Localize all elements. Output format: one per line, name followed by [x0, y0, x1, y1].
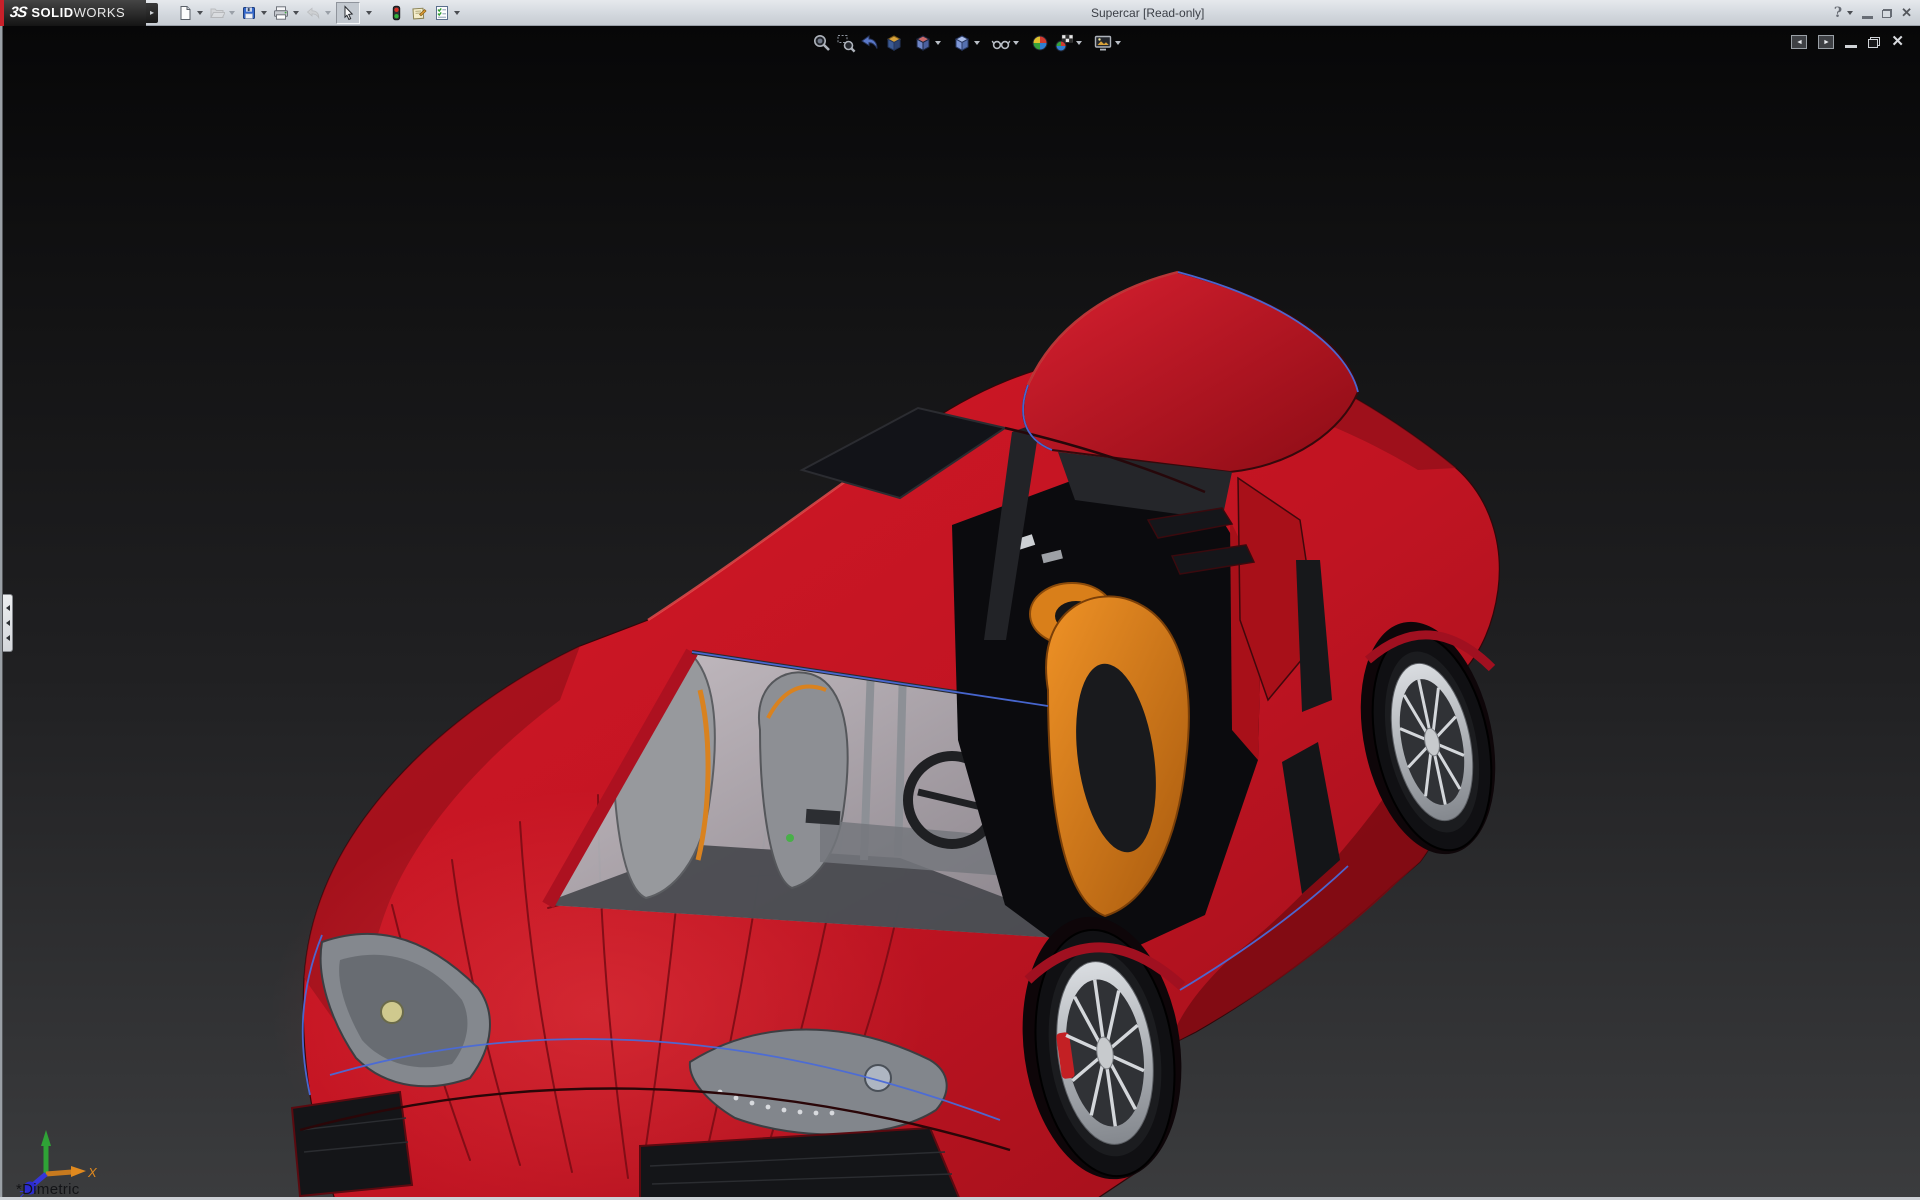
headsup-view-toolbar — [812, 31, 1127, 55]
design-binder-button[interactable] — [410, 4, 428, 22]
new-document-icon — [176, 4, 194, 22]
dropdown-arrow-icon[interactable] — [366, 10, 372, 15]
apply-scene-button[interactable] — [1054, 33, 1084, 53]
view-orientation-icon — [913, 33, 933, 53]
collapse-arrow-icon — [5, 619, 10, 626]
collapse-arrow-icon — [5, 634, 10, 641]
options-checklist-icon — [433, 4, 451, 22]
help-dropdown-arrow-icon[interactable] — [1847, 11, 1854, 15]
edit-appearance-icon — [1030, 33, 1050, 53]
display-style-button[interactable] — [952, 33, 982, 53]
previous-window-button[interactable]: ◄ — [1791, 35, 1808, 49]
restore-button[interactable] — [1882, 8, 1893, 18]
select-tool-button[interactable] — [336, 1, 360, 24]
new-document-button[interactable] — [176, 4, 203, 22]
dropdown-arrow-icon[interactable] — [261, 10, 267, 15]
view-orientation-label: *Dimetric — [16, 1181, 80, 1198]
minimize-button[interactable] — [1862, 15, 1874, 19]
previous-view-icon — [860, 33, 880, 53]
section-view-icon — [884, 33, 904, 53]
document-restore-button[interactable] — [1868, 36, 1881, 48]
graphics-viewport[interactable]: ◄ ► ✕ X Z *Dimetric — [0, 26, 1920, 1200]
view-settings-button[interactable] — [1093, 33, 1123, 53]
next-window-button[interactable]: ► — [1818, 35, 1835, 49]
dropdown-arrow-icon[interactable] — [293, 10, 299, 15]
zoom-to-fit-button[interactable] — [812, 33, 832, 53]
options-button[interactable] — [433, 4, 460, 22]
document-minimize-button[interactable] — [1845, 44, 1858, 48]
hide-show-items-icon — [991, 33, 1011, 53]
select-cursor-icon — [339, 4, 357, 22]
view-settings-icon — [1093, 33, 1113, 53]
printer-icon — [272, 4, 290, 22]
dropdown-arrow-icon[interactable] — [1115, 41, 1121, 45]
triad-x-axis — [45, 1169, 73, 1177]
zoom-to-area-button[interactable] — [836, 33, 856, 53]
previous-view-button[interactable] — [860, 33, 880, 53]
document-window-controls: ◄ ► ✕ — [1791, 34, 1904, 49]
main-titlebar: 3S SOLID WORKS ▸ Supercar [Read-only] ? … — [0, 0, 1920, 26]
design-binder-icon — [410, 4, 428, 22]
feature-tree-collapsed-tab[interactable] — [3, 594, 13, 652]
dropdown-arrow-icon[interactable] — [454, 10, 460, 15]
standard-toolbar — [176, 0, 465, 26]
edit-appearance-button[interactable] — [1030, 33, 1050, 53]
car-model[interactable] — [270, 270, 1515, 1200]
dropdown-arrow-icon[interactable] — [229, 10, 235, 15]
menu-expand-button[interactable]: ▸ — [146, 2, 158, 23]
brand-works: WORKS — [73, 5, 126, 20]
solidworks-logo: 3S SOLID WORKS ▸ — [0, 0, 158, 26]
open-button[interactable] — [208, 4, 235, 22]
select-tool-dropdown[interactable] — [363, 10, 372, 15]
help-button[interactable]: ? — [1834, 5, 1842, 21]
document-close-button[interactable]: ✕ — [1891, 34, 1904, 49]
document-title: Supercar [Read-only] — [1091, 6, 1205, 20]
dropdown-arrow-icon[interactable] — [197, 10, 203, 15]
titlebar-controls: ? ✕ — [1834, 0, 1912, 26]
dropdown-arrow-icon[interactable] — [325, 10, 331, 15]
dassault-3s-logo-icon: 3S — [8, 4, 28, 21]
zoom-to-area-icon — [836, 33, 856, 53]
apply-scene-icon — [1054, 33, 1074, 53]
save-button[interactable] — [240, 4, 267, 22]
triad-x-label: X — [87, 1165, 98, 1180]
print-button[interactable] — [272, 4, 299, 22]
collapse-arrow-icon — [5, 605, 10, 612]
view-orientation-button[interactable] — [913, 33, 943, 53]
close-button[interactable]: ✕ — [1901, 5, 1912, 21]
car-model-canvas[interactable] — [0, 26, 1920, 1200]
dropdown-arrow-icon[interactable] — [935, 41, 941, 45]
undo-button[interactable] — [304, 4, 331, 22]
zoom-to-fit-icon — [812, 33, 832, 53]
section-view-button[interactable] — [884, 33, 904, 53]
open-folder-icon — [208, 4, 226, 22]
stoplight-button[interactable] — [387, 4, 405, 22]
brand-solid: SOLID — [31, 5, 74, 20]
save-floppy-icon — [240, 4, 258, 22]
stoplight-icon — [387, 4, 405, 22]
dropdown-arrow-icon[interactable] — [1076, 41, 1082, 45]
display-style-icon — [952, 33, 972, 53]
hide-show-items-button[interactable] — [991, 33, 1021, 53]
dropdown-arrow-icon[interactable] — [1013, 41, 1019, 45]
undo-arrow-icon — [304, 4, 322, 22]
dropdown-arrow-icon[interactable] — [974, 41, 980, 45]
